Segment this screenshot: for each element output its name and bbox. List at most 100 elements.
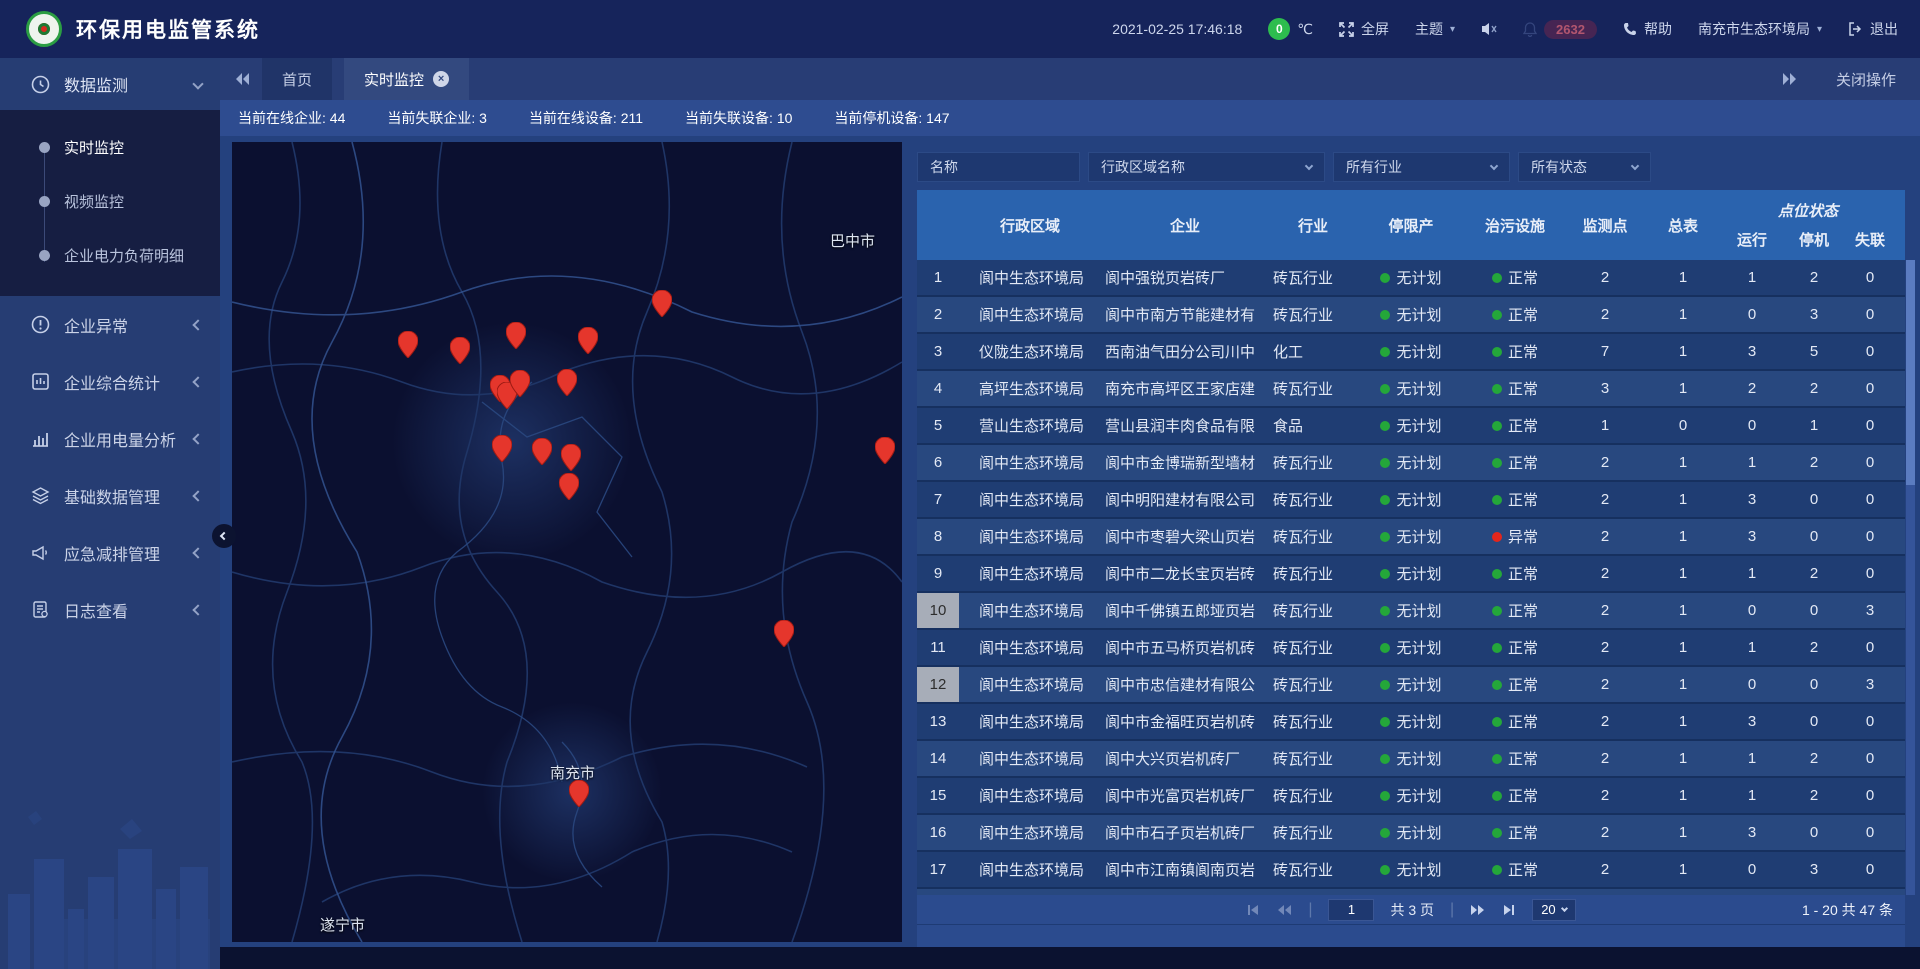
map-pin-icon[interactable] <box>578 327 598 354</box>
chevron-down-icon: ▾ <box>1817 24 1822 35</box>
cell-region: 阆中生态环境局 <box>959 445 1101 480</box>
map-pin-icon[interactable] <box>561 444 581 471</box>
message-count-badge[interactable]: 2632 <box>1544 20 1597 39</box>
cell-region: 营山生态环境局 <box>959 408 1101 443</box>
table-row[interactable]: 16阆中生态环境局阆中市石子页岩机砖厂砖瓦行业无计划正常21300 <box>917 815 1905 850</box>
next-page-button[interactable] <box>1470 903 1486 917</box>
map-pin-icon[interactable] <box>532 438 552 465</box>
region-filter-select[interactable]: 行政区域名称 <box>1088 152 1325 182</box>
page-size-select[interactable]: 20 <box>1532 899 1575 921</box>
cell-stopped: 3 <box>1783 297 1845 332</box>
map-pin-icon[interactable] <box>557 369 577 396</box>
cell-facility: 正常 <box>1465 704 1565 739</box>
cell-industry: 食品 <box>1269 408 1357 443</box>
first-page-button[interactable] <box>1246 903 1260 917</box>
help-button[interactable]: 帮助 <box>1623 19 1672 39</box>
table-row[interactable]: 11阆中生态环境局阆中市五马桥页岩机砖砖瓦行业无计划正常21120 <box>917 630 1905 665</box>
map[interactable]: 巴中市南充市遂宁市 <box>232 142 902 942</box>
sidebar-item-data-monitor[interactable]: 数据监测 <box>0 58 220 110</box>
table-row[interactable]: 4高坪生态环境局南充市高坪区王家店建砖瓦行业无计划正常31220 <box>917 371 1905 406</box>
tabs-scroll-left-button[interactable] <box>234 72 250 86</box>
cell-offline: 0 <box>1845 630 1895 665</box>
table-scrollbar[interactable] <box>1906 260 1915 895</box>
table-row[interactable]: 15阆中生态环境局阆中市光富页岩机砖厂砖瓦行业无计划正常21120 <box>917 778 1905 813</box>
sidebar-collapse-toggle[interactable] <box>212 524 236 548</box>
cell-points: 2 <box>1565 297 1645 332</box>
table-row[interactable]: 13阆中生态环境局阆中市金福旺页岩机砖砖瓦行业无计划正常21300 <box>917 704 1905 739</box>
map-pin-icon[interactable] <box>875 437 895 464</box>
pagination-separator: | <box>1308 901 1312 919</box>
app-title: 环保用电监管系统 <box>76 14 260 44</box>
phone-icon <box>1623 22 1637 36</box>
table-row[interactable]: 2阆中生态环境局阆中市南方节能建材有砖瓦行业无计划正常21030 <box>917 297 1905 332</box>
map-pin-icon[interactable] <box>652 290 672 317</box>
table-row[interactable]: 5营山生态环境局营山县润丰肉食品有限食品无计划正常10010 <box>917 408 1905 443</box>
sidebar-item-company-abnormal[interactable]: 企业异常 <box>0 296 220 353</box>
last-page-button[interactable] <box>1502 903 1516 917</box>
table-row[interactable]: 8阆中生态环境局阆中市枣碧大梁山页岩砖瓦行业无计划异常21300 <box>917 519 1905 554</box>
cell-stopped: 2 <box>1783 371 1845 406</box>
city-skyline-decoration <box>0 799 220 969</box>
map-pin-icon[interactable] <box>506 322 526 349</box>
cell-points: 7 <box>1565 334 1645 369</box>
close-operations-button[interactable]: 关闭操作 <box>1836 69 1896 90</box>
cell-industry: 砖瓦行业 <box>1269 593 1357 628</box>
scrollbar-thumb[interactable] <box>1906 260 1915 485</box>
cell-region: 阆中生态环境局 <box>959 704 1101 739</box>
mute-button[interactable] <box>1481 22 1497 36</box>
map-pin-icon[interactable] <box>569 780 589 807</box>
sidebar-item-emergency-reduction[interactable]: 应急减排管理 <box>0 524 220 581</box>
sidebar-item-realtime-monitor[interactable]: 实时监控 <box>0 120 220 174</box>
map-pin-icon[interactable] <box>492 435 512 462</box>
sidebar-item-company-statistics[interactable]: 企业综合统计 <box>0 353 220 410</box>
org-dropdown[interactable]: 南充市生态环境局▾ <box>1698 19 1822 39</box>
cell-facility: 正常 <box>1465 297 1565 332</box>
cell-points: 2 <box>1565 667 1645 702</box>
fullscreen-button[interactable]: 全屏 <box>1339 19 1389 39</box>
cell-stopped: 0 <box>1783 815 1845 850</box>
map-pin-icon[interactable] <box>559 473 579 500</box>
cell-facility: 异常 <box>1465 519 1565 554</box>
notifications[interactable]: 2632 <box>1523 20 1597 39</box>
map-pin-icon[interactable] <box>398 331 418 358</box>
cell-plan: 无计划 <box>1357 408 1465 443</box>
chevron-left-icon <box>192 376 203 387</box>
tab-realtime-monitor[interactable]: 实时监控 × <box>344 58 469 100</box>
cell-index: 17 <box>917 852 959 887</box>
status-filter-select[interactable]: 所有状态 <box>1518 152 1651 182</box>
table-row[interactable]: 3仪陇生态环境局西南油气田分公司川中化工无计划正常71350 <box>917 334 1905 369</box>
name-filter-input[interactable] <box>917 152 1080 182</box>
cell-facility: 正常 <box>1465 852 1565 887</box>
map-pin-icon[interactable] <box>450 337 470 364</box>
table-row[interactable]: 9阆中生态环境局阆中市二龙长宝页岩砖砖瓦行业无计划正常21120 <box>917 556 1905 591</box>
prev-page-button[interactable] <box>1276 903 1292 917</box>
table-row[interactable]: 10阆中生态环境局阆中千佛镇五郎垭页岩砖瓦行业无计划正常21003 <box>917 593 1905 628</box>
table-row[interactable]: 12阆中生态环境局阆中市忠信建材有限公砖瓦行业无计划正常21003 <box>917 667 1905 702</box>
table-row[interactable]: 7阆中生态环境局阆中明阳建材有限公司砖瓦行业无计划正常21300 <box>917 482 1905 517</box>
sidebar-item-logs[interactable]: 日志查看 <box>0 581 220 638</box>
cell-points: 2 <box>1565 519 1645 554</box>
sidebar-item-power-analysis[interactable]: 企业用电量分析 <box>0 410 220 467</box>
theme-dropdown[interactable]: 主题▾ <box>1415 19 1455 39</box>
tab-close-icon[interactable]: × <box>433 71 449 87</box>
stat-item: 当前失联设备: 10 <box>685 108 792 128</box>
table-row[interactable]: 17阆中生态环境局阆中市江南镇阆南页岩砖瓦行业无计划正常21030 <box>917 852 1905 887</box>
cell-meters: 0 <box>1645 408 1721 443</box>
sidebar-item-video-monitor[interactable]: 视频监控 <box>0 174 220 228</box>
cell-stopped: 1 <box>1783 408 1845 443</box>
content: 巴中市南充市遂宁市 行政区域名称 所有行业 所有状态 行政区域 企业 <box>220 136 1920 947</box>
table-row[interactable]: 14阆中生态环境局阆中大兴页岩机砖厂砖瓦行业无计划正常21120 <box>917 741 1905 776</box>
industry-filter-select[interactable]: 所有行业 <box>1333 152 1510 182</box>
tabs-scroll-right-button[interactable] <box>1782 72 1798 86</box>
sidebar-item-power-load-detail[interactable]: 企业电力负荷明细 <box>0 228 220 282</box>
map-pin-icon[interactable] <box>774 620 794 647</box>
map-pin-icon[interactable] <box>510 370 530 397</box>
table-row[interactable]: 6阆中生态环境局阆中市金博瑞新型墙材砖瓦行业无计划正常21120 <box>917 445 1905 480</box>
logout-button[interactable]: 退出 <box>1848 19 1898 39</box>
status-dot-green-icon <box>1492 421 1502 431</box>
page-number-input[interactable] <box>1328 899 1374 921</box>
tab-home[interactable]: 首页 <box>262 58 332 100</box>
table-row[interactable]: 1阆中生态环境局阆中强锐页岩砖厂砖瓦行业无计划正常21120 <box>917 260 1905 295</box>
sidebar-item-base-data[interactable]: 基础数据管理 <box>0 467 220 524</box>
cell-index: 8 <box>917 519 959 554</box>
